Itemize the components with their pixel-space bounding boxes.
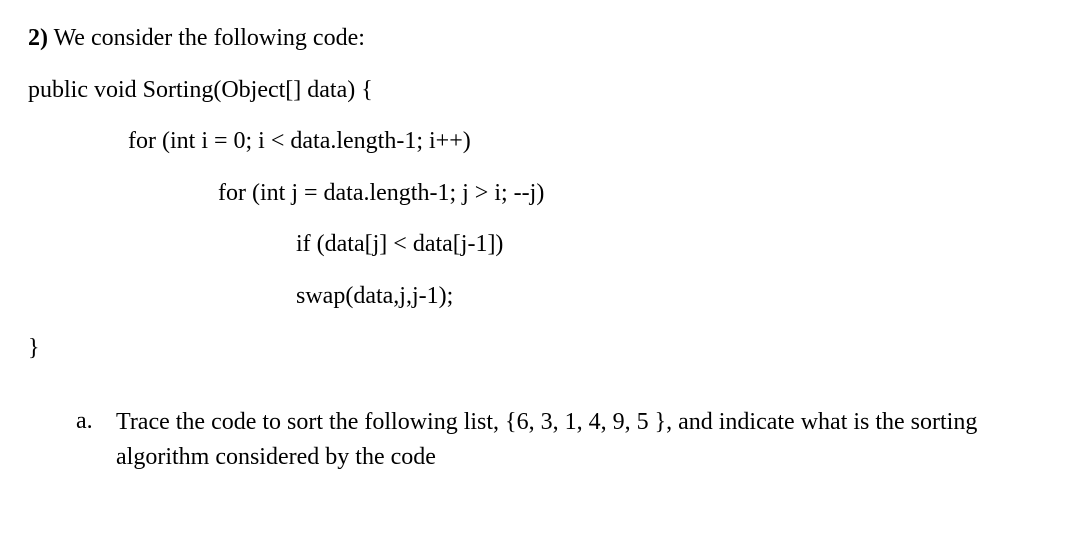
question-prompt: We consider the following code: bbox=[54, 25, 365, 51]
code-line-3: for (int j = data.length-1; j > i; --j) bbox=[218, 177, 1052, 211]
sub-question-text: Trace the code to sort the following lis… bbox=[116, 405, 1052, 475]
question-header: 2) We consider the following code: bbox=[28, 22, 1052, 56]
code-line-4: if (data[j] < data[j-1]) bbox=[296, 228, 1052, 262]
code-line-2: for (int i = 0; i < data.length-1; i++) bbox=[128, 125, 1052, 159]
sub-question-marker: a. bbox=[76, 405, 100, 439]
code-line-6: } bbox=[28, 332, 1052, 366]
sub-question-a: a. Trace the code to sort the following … bbox=[76, 405, 1052, 475]
question-number: 2) bbox=[28, 25, 48, 51]
code-line-1: public void Sorting(Object[] data) { bbox=[28, 74, 1052, 108]
code-line-5: swap(data,j,j-1); bbox=[296, 280, 1052, 314]
